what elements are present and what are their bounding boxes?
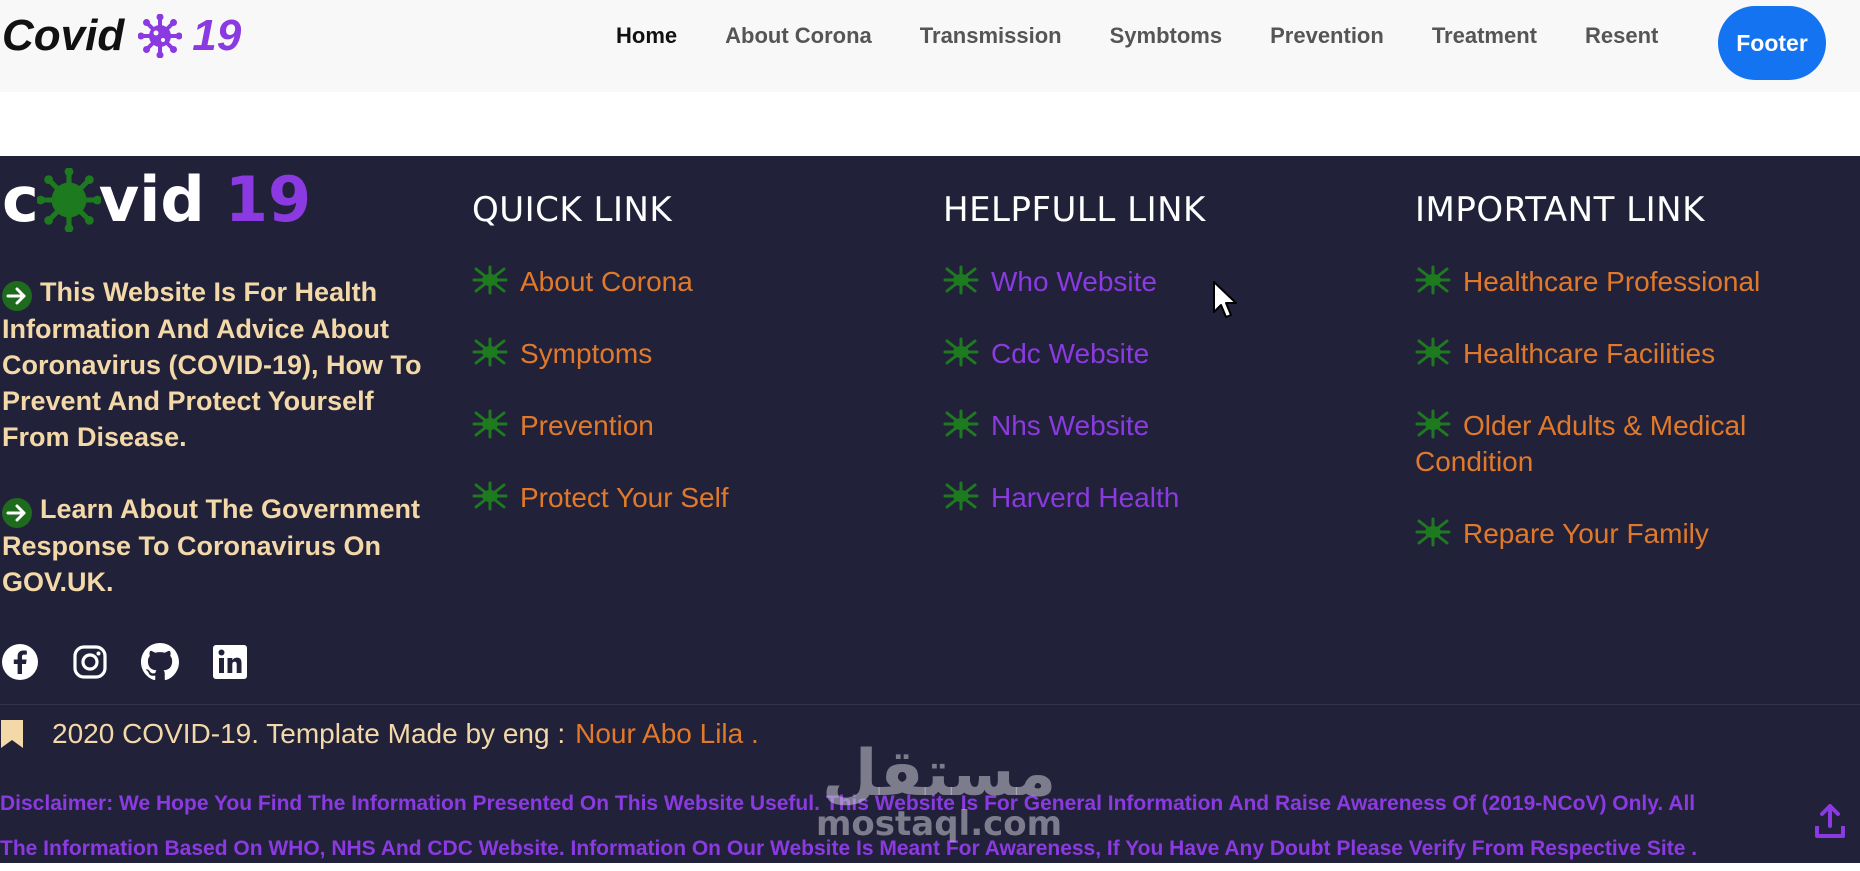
helpful-link-item[interactable]: Cdc Website [943, 336, 1343, 372]
brand-word: Covid [2, 11, 125, 60]
brand-logo[interactable]: Covid 19 [2, 8, 241, 64]
instagram-icon[interactable] [70, 642, 110, 682]
footer-button[interactable]: Footer [1718, 6, 1826, 80]
virus-bullet-icon [943, 409, 979, 439]
virus-bullet-icon [943, 337, 979, 367]
important-link-item[interactable]: Older Adults & Medical Condition [1415, 408, 1835, 480]
link-repare-your-family: Repare Your Family [1463, 518, 1709, 549]
virus-bullet-icon [943, 481, 979, 511]
link-cdc-website: Cdc Website [991, 338, 1150, 369]
link-protect-your-self: Protect Your Self [520, 482, 729, 513]
arrow-right-icon [2, 498, 32, 528]
about-paragraph: This Website Is For Health Information A… [2, 274, 442, 455]
nav-treatment[interactable]: Treatment [1432, 23, 1537, 49]
link-healthcare-professional: Healthcare Professional [1463, 266, 1761, 297]
link-older-adults: Older Adults & Medical Condition [1415, 410, 1747, 477]
site-footer: c vid 19 This Website Is For Health Info… [0, 156, 1860, 863]
nav-symptoms[interactable]: Symbtoms [1110, 23, 1222, 49]
quick-link-item[interactable]: Prevention [472, 408, 872, 444]
about-section: This Website Is For Health Information A… [2, 274, 442, 636]
quick-link-column: QUICK LINK About Corona Symptoms Prevent… [472, 190, 872, 552]
about-text-government: Learn About The Government Response To C… [2, 494, 421, 597]
footer-logo: c vid 19 [2, 164, 311, 236]
virus-bullet-icon [1415, 409, 1451, 439]
about-paragraph: Learn About The Government Response To C… [2, 491, 442, 600]
nav-resent[interactable]: Resent [1585, 23, 1658, 49]
top-navbar: Covid 19 Home About Corona Transmission … [0, 0, 1860, 92]
quick-link-item[interactable]: Symptoms [472, 336, 872, 372]
link-who-website: Who Website [991, 266, 1157, 297]
watermark-arabic: مستقل [822, 737, 1057, 811]
nav-about-corona[interactable]: About Corona [725, 23, 872, 49]
link-healthcare-facilities: Healthcare Facilities [1463, 338, 1716, 369]
mouse-cursor-icon [1212, 280, 1238, 325]
link-harverd-health: Harverd Health [991, 482, 1180, 513]
author-link[interactable]: Nour Abo Lila . [575, 718, 759, 750]
virus-bullet-icon [1415, 337, 1451, 367]
footer-logo-rest: vid [98, 163, 205, 236]
quick-link-item[interactable]: Protect Your Self [472, 480, 872, 516]
virus-bullet-icon [472, 265, 508, 295]
facebook-icon[interactable] [0, 642, 40, 682]
watermark-latin: mostaql.com [816, 804, 1063, 844]
important-link-column: IMPORTANT LINK Healthcare Professional H… [1415, 190, 1835, 588]
virus-bullet-icon [472, 409, 508, 439]
link-symptoms: Symptoms [520, 338, 653, 369]
important-link-title: IMPORTANT LINK [1415, 190, 1705, 230]
main-nav: Home About Corona Transmission Symbtoms … [616, 0, 1706, 72]
bookmark-icon [0, 719, 24, 749]
github-icon[interactable] [140, 642, 180, 682]
social-links [0, 642, 280, 682]
nav-prevention[interactable]: Prevention [1270, 23, 1384, 49]
link-prevention: Prevention [520, 410, 654, 441]
link-about-corona: About Corona [520, 266, 693, 297]
helpful-link-item[interactable]: Nhs Website [943, 408, 1343, 444]
helpful-link-title: HELPFULL LINK [943, 190, 1206, 230]
copyright-bar: 2020 COVID-19. Template Made by eng : No… [0, 718, 759, 750]
linkedin-icon[interactable] [210, 642, 250, 682]
virus-bullet-icon [472, 337, 508, 367]
quick-link-title: QUICK LINK [472, 190, 673, 230]
virus-bullet-icon [472, 481, 508, 511]
footer-logo-c: c [2, 163, 39, 236]
nav-transmission[interactable]: Transmission [920, 23, 1062, 49]
green-virus-icon [36, 168, 101, 232]
scroll-up-icon[interactable] [1814, 804, 1846, 845]
quick-link-item[interactable]: About Corona [472, 264, 872, 300]
footer-divider [0, 704, 1860, 705]
helpful-link-item[interactable]: Who Website [943, 264, 1343, 300]
virus-bullet-icon [943, 265, 979, 295]
important-link-item[interactable]: Healthcare Professional [1415, 264, 1835, 300]
footer-logo-number: 19 [224, 163, 312, 236]
about-text-health: This Website Is For Health Information A… [2, 277, 422, 452]
brand-number: 19 [192, 11, 242, 60]
nav-home[interactable]: Home [616, 23, 677, 49]
helpful-link-item[interactable]: Harverd Health [943, 480, 1343, 516]
important-link-item[interactable]: Healthcare Facilities [1415, 336, 1835, 372]
arrow-right-icon [2, 281, 32, 311]
virus-bullet-icon [1415, 517, 1451, 547]
virus-icon [138, 14, 183, 58]
helpful-link-column: HELPFULL LINK Who Website Cdc Website Nh… [943, 190, 1343, 552]
mostaql-watermark: مستقل mostaql.com [816, 742, 1062, 842]
link-nhs-website: Nhs Website [991, 410, 1150, 441]
copyright-text: 2020 COVID-19. Template Made by eng : [52, 718, 566, 749]
important-link-item[interactable]: Repare Your Family [1415, 516, 1835, 552]
virus-bullet-icon [1415, 265, 1451, 295]
